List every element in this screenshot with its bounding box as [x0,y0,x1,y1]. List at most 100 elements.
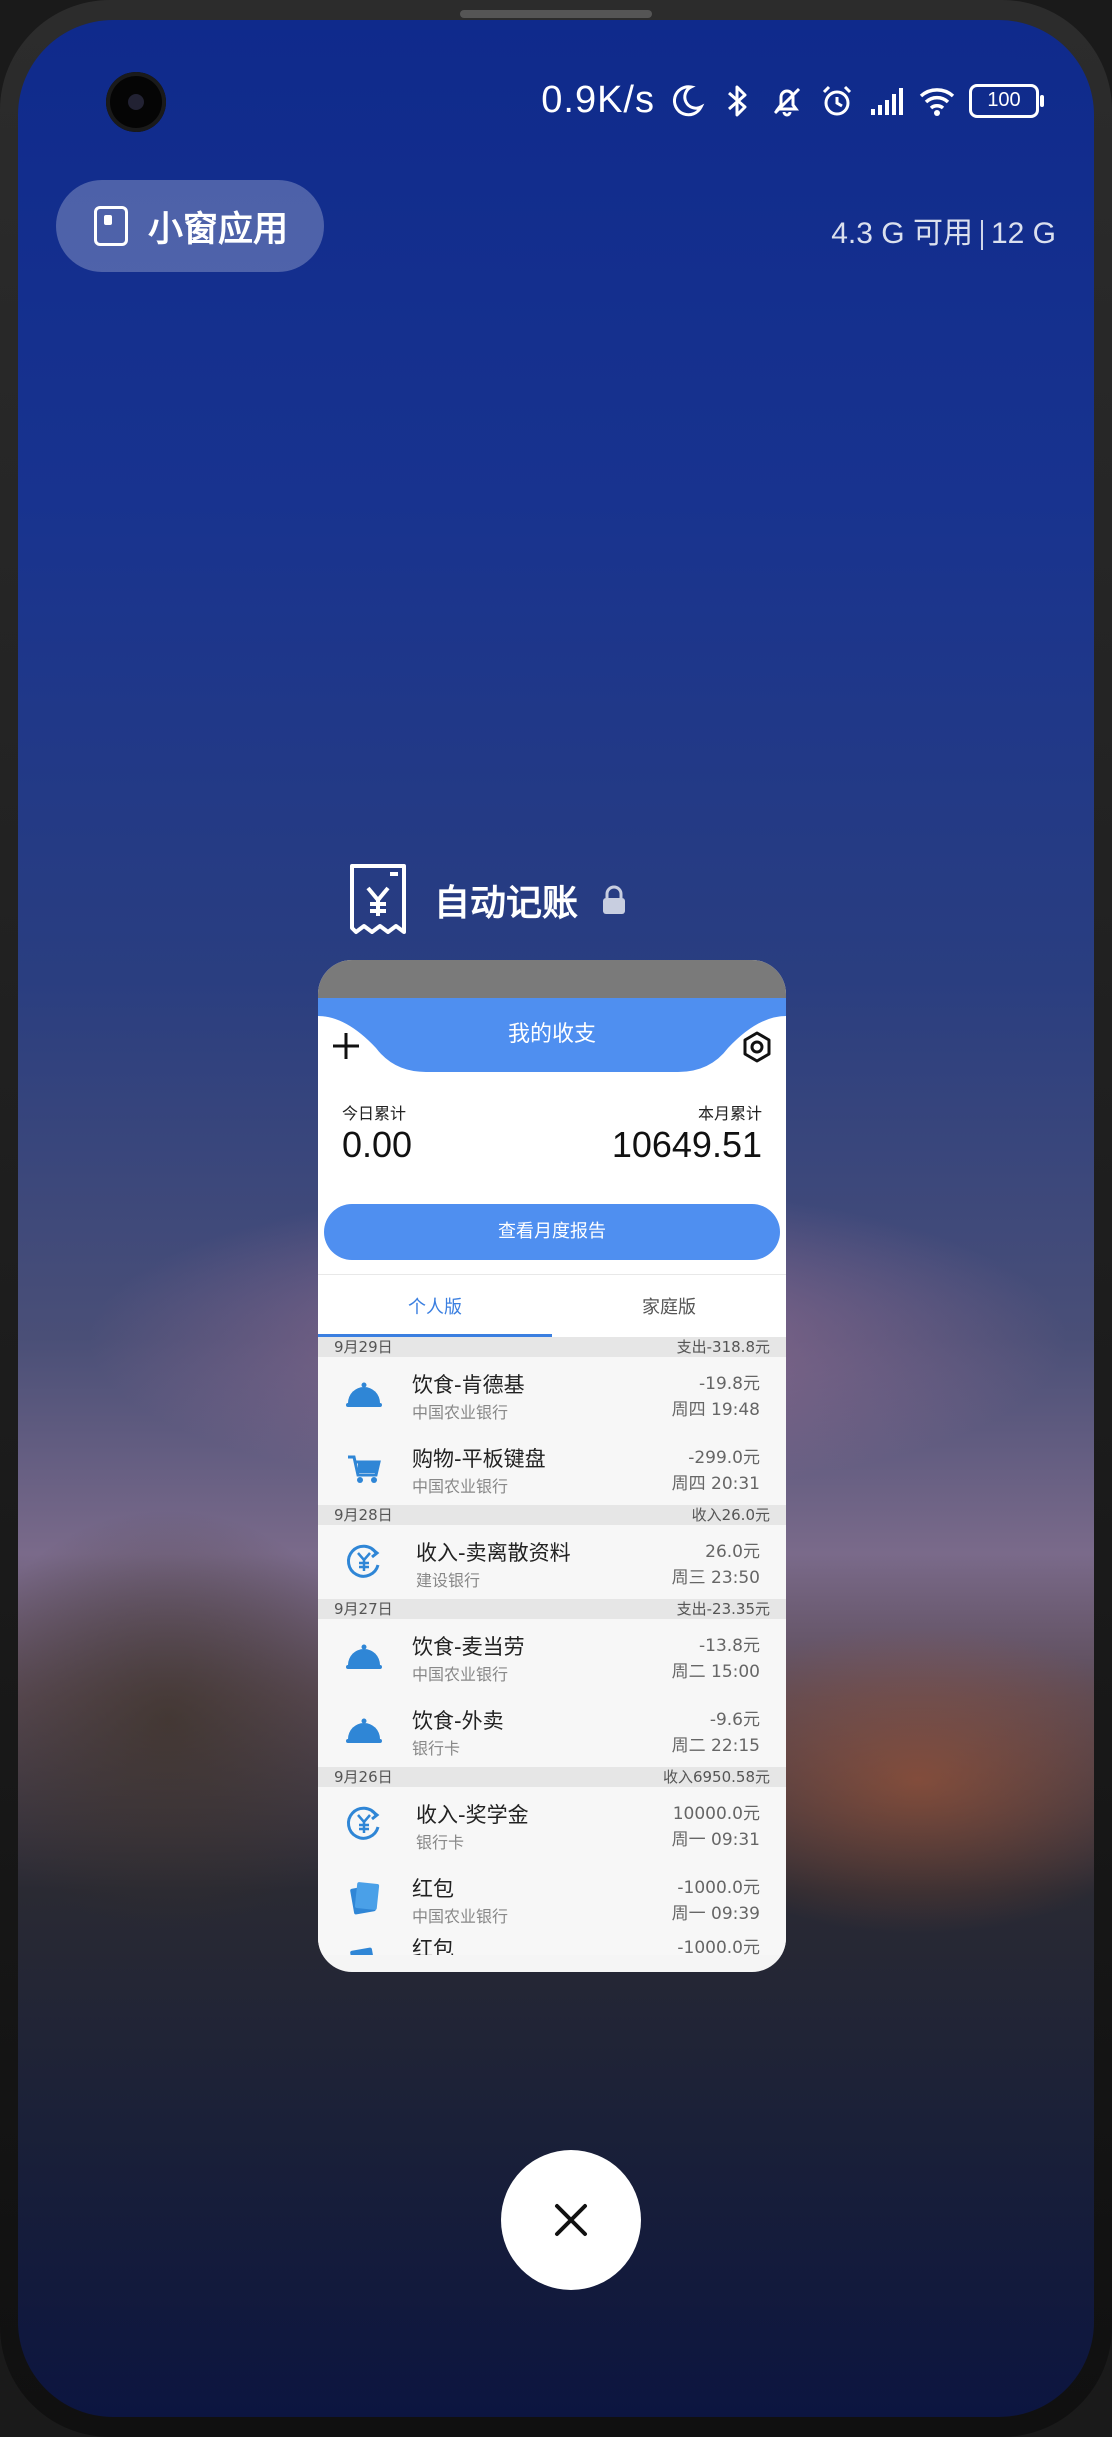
item-title: 饮食-肯德基 [412,1373,525,1397]
card-status-strip [318,960,786,998]
item-amount: -299.0元 [688,1448,760,1468]
day-summary: 支出-318.8元 [676,1338,770,1356]
list-item[interactable]: 饮食-麦当劳 中国农业银行 -13.8元 周二 15:00 [318,1619,786,1693]
day-header: 9月29日 支出-318.8元 [318,1337,786,1357]
day-date: 9月28日 [334,1506,393,1524]
network-speed: 0.9K/s [541,79,655,121]
signal-icon [871,87,903,115]
battery-icon: 100 [969,83,1044,118]
item-time: 周二 22:15 [671,1736,760,1756]
bell-muted-icon [773,87,801,116]
item-amount: -13.8元 [699,1636,760,1656]
earpiece [460,10,652,18]
monthly-report-button[interactable]: 查看月度报告 [324,1204,780,1260]
day-header: 9月28日 收入26.0元 [318,1505,786,1525]
item-account: 银行卡 [412,1739,461,1758]
receipt-icon [350,864,406,934]
item-title: 红包 [412,1937,454,1955]
item-account: 银行卡 [416,1833,465,1852]
day-date: 9月29日 [334,1338,393,1356]
item-amount: -19.8元 [699,1374,760,1394]
month-total-label: 本月累计 [697,1104,762,1123]
item-time: 周四 20:31 [671,1474,760,1494]
tab-family[interactable]: 家庭版 [552,1293,786,1319]
status-bar: 0.9K/s 100 [18,75,1094,125]
item-account: 中国农业银行 [412,1665,509,1684]
lock-icon[interactable] [602,885,626,915]
app-name: 自动记账 [434,883,579,924]
item-title: 购物-平板键盘 [412,1447,546,1471]
summary-panel: 今日累计 0.00 本月累计 10649.51 [318,1092,786,1202]
day-summary: 收入6950.58元 [662,1768,770,1786]
list-item[interactable]: 饮食-外卖 银行卡 -9.6元 周二 22:15 [318,1693,786,1767]
memory-info: 4.3 G 可用 12 G [831,208,1056,252]
item-account: 中国农业银行 [412,1477,509,1496]
item-title: 收入-卖离散资料 [416,1541,571,1565]
day-date: 9月27日 [334,1600,393,1618]
item-time: 周三 23:50 [671,1568,760,1588]
recent-app-card[interactable]: 我的收支 今日累计 0.00 本月累计 10649.51 查看月度报告 个人版 … [318,960,786,1972]
recent-app-header: 自动记账 [346,858,626,942]
item-amount: -1000.0元 [677,1878,760,1898]
wifi-icon [919,87,955,116]
app-title: 我的收支 [507,1022,596,1047]
settings-icon[interactable] [740,1030,774,1064]
alarm-icon [822,85,852,115]
moon-icon [672,84,705,116]
list-item[interactable]: 红包 中国农业银行 -1000.0元 周一 09:39 [318,1861,786,1935]
red-envelope-icon [350,1947,376,1955]
item-time: 周二 15:00 [671,1662,760,1682]
list-item[interactable]: 收入-奖学金 银行卡 10000.0元 周一 09:31 [318,1787,786,1861]
mini-window-icon [94,206,128,246]
item-account: 中国农业银行 [412,1403,509,1422]
item-time: 周一 09:31 [671,1830,760,1850]
item-title: 收入-奖学金 [416,1803,529,1827]
item-amount: -9.6元 [709,1710,760,1730]
income-icon [346,1806,380,1840]
income-icon [346,1544,380,1578]
item-account: 中国农业银行 [412,1907,509,1926]
day-date: 9月26日 [334,1768,393,1786]
day-summary: 支出-23.35元 [676,1600,770,1618]
item-account: 建设银行 [416,1571,481,1590]
item-title: 红包 [412,1877,454,1901]
food-icon [346,1718,382,1743]
item-time: 周四 19:48 [671,1400,760,1420]
app-bar: 我的收支 [318,998,786,1092]
food-icon [346,1644,382,1669]
item-amount: -1000.0元 [677,1938,760,1955]
red-envelope-icon [350,1882,380,1915]
memory-available: 4.3 G 可用 [831,217,973,250]
close-button[interactable] [501,2150,641,2290]
item-title: 饮食-外卖 [412,1709,504,1733]
food-icon [346,1382,382,1407]
list-item[interactable]: 收入-卖离散资料 建设银行 26.0元 周三 23:50 [318,1525,786,1599]
list-item[interactable]: 饮食-肯德基 中国农业银行 -19.8元 周四 19:48 [318,1357,786,1431]
item-time: 周一 09:39 [671,1904,760,1924]
item-title: 饮食-麦当劳 [412,1635,525,1659]
today-total-value: 0.00 [342,1124,413,1165]
list-item[interactable]: 红包 -1000.0元 [318,1935,786,1955]
close-icon [555,2204,587,2236]
shopping-cart-icon [348,1455,381,1483]
transaction-list: 9月29日 支出-318.8元 饮食-肯德基 中国农业银行 -19.8元 周四 1… [318,1337,786,1955]
version-tabs: 个人版 家庭版 [318,1274,786,1337]
day-header: 9月26日 收入6950.58元 [318,1767,786,1787]
item-amount: 26.0元 [705,1542,760,1562]
screen: 0.9K/s 100 小窗应用 4.3 G 可用 12 G 自动记账 我的收支 … [18,20,1094,2417]
day-header: 9月27日 支出-23.35元 [318,1599,786,1619]
month-total-value: 10649.51 [611,1124,762,1165]
today-total-label: 今日累计 [342,1104,407,1123]
day-summary: 收入26.0元 [691,1506,770,1524]
add-icon[interactable] [330,1030,362,1062]
mini-window-apps-button[interactable]: 小窗应用 [56,180,324,272]
mini-window-label: 小窗应用 [148,209,289,250]
memory-total: 12 G [990,217,1056,250]
tab-personal[interactable]: 个人版 [318,1293,552,1319]
report-section: 查看月度报告 [318,1202,786,1274]
memory-divider [980,220,983,251]
phone-frame: 0.9K/s 100 小窗应用 4.3 G 可用 12 G 自动记账 我的收支 … [0,0,1112,2437]
bluetooth-icon [728,85,747,116]
list-item[interactable]: 购物-平板键盘 中国农业银行 -299.0元 周四 20:31 [318,1431,786,1505]
item-amount: 10000.0元 [672,1804,760,1824]
